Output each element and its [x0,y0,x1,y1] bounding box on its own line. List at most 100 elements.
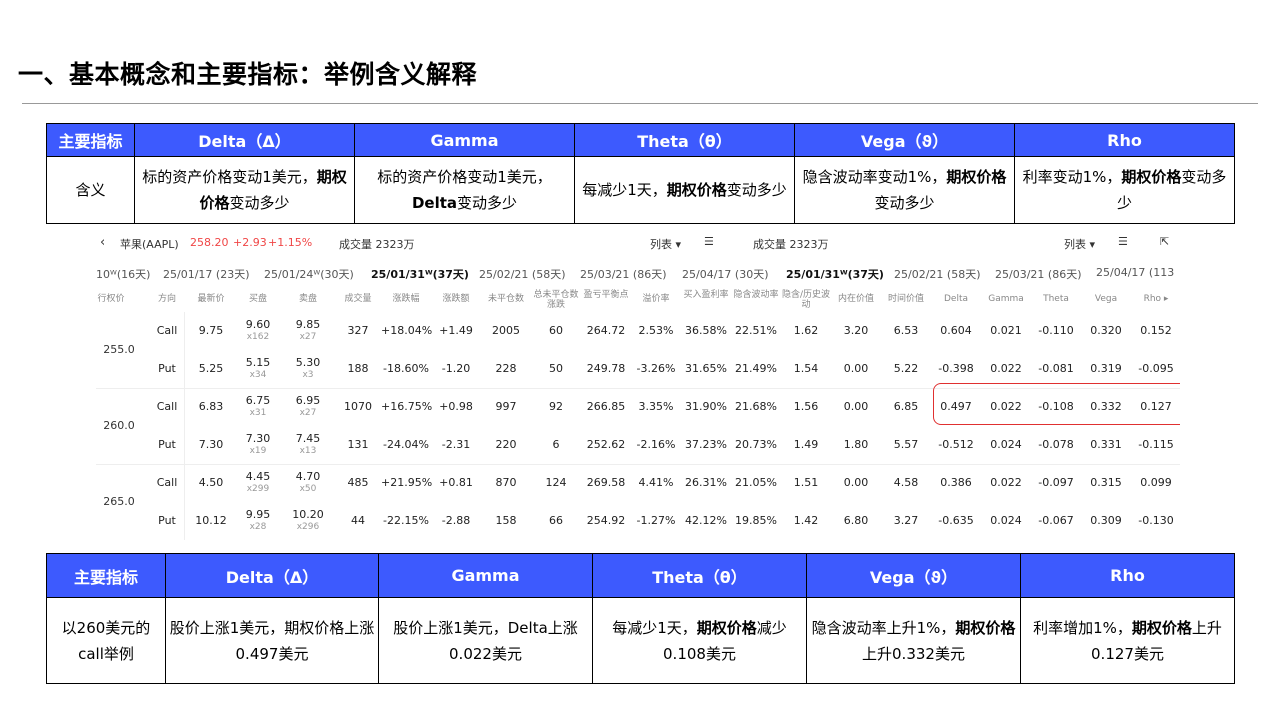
chain-cell: 0.320 [1090,324,1122,337]
expiry-tab[interactable]: 25/01/17 (23天) [163,266,249,282]
chain-cell: 6.83 [198,400,224,413]
chain-cell: 36.58% [685,324,727,337]
chain-row[interactable]: Put 10.12 9.95 x28 10.20 x296 44 -22.15% -2.88 15… [96,502,1180,540]
chain-cell: 3.27 [893,514,919,527]
quote-bar: ‹ 苹果(AAPL) 258.20 +2.93 +1.15% 成交量 2323万… [96,235,1180,254]
strike-price: 260.0 [103,419,135,432]
column-header: 方向 [157,294,176,304]
chain-cell-size: x299 [246,484,270,494]
chain-cell: 158 [495,514,517,527]
chain-cell: 4.70 x50 [283,471,333,495]
chain-row[interactable]: Call 9.75 9.60 x162 9.85 x27 327 +18.04% +1.49 20… [96,312,1180,350]
chain-cell: 2005 [492,324,520,337]
list-dropdown-left[interactable]: 列表 ▾ [650,236,681,252]
definition-table: 主要指标 Delta（Δ） Gamma Theta（θ） Vega（ϑ） Rho 含义 标的… [46,123,1235,224]
chain-cell-size: x162 [246,332,270,342]
expiry-tab[interactable]: 25/02/21 (58天) [479,266,565,282]
chain-cell: 0.00 [843,476,869,489]
list-dropdown-right[interactable]: 列表 ▾ [1064,236,1095,252]
definition-cell-3: 隐含波动率变动1%，期权价格变动多少 [794,156,1015,224]
chain-cell-size: x27 [299,408,317,418]
chain-cell: 9.75 [198,324,224,337]
chain-row[interactable]: Put 7.30 7.30 x19 7.45 x13 131 -24.04% -2.31 220 6… [96,426,1180,464]
column-header: 隐含波动率 [733,290,779,300]
filter-icon[interactable]: ☰ [704,235,714,248]
chain-cell-size: x34 [249,370,267,380]
example-header-1: Delta（Δ） [165,553,379,598]
expiry-tab[interactable]: 25/04/17 (113 [1096,266,1174,279]
column-header: 总未平仓数涨跌 [533,290,579,310]
definition-cell-bold: 期权价格 [199,168,347,212]
chain-cell: 6.75 x31 [233,395,283,419]
chain-cell: 269.58 [586,476,626,489]
chain-cell: 10.12 [195,514,227,527]
example-table-row: 以260美元的call举例 股价上涨1美元，期权价格上涨0.497美元 股价上涨1美… [46,597,1235,684]
chain-cell: 92 [549,400,563,413]
chain-cell: 1.62 [793,324,819,337]
column-header: Rho ▸ [1143,294,1169,304]
definition-cell-bold: 期权价格 [666,181,727,199]
example-header-2: Gamma [378,553,593,598]
expiry-tab[interactable]: 25/01/24ᵂ(30天) [264,266,354,282]
example-table: 主要指标 Delta（Δ） Gamma Theta（θ） Vega（ϑ） Rho 以260… [46,553,1235,684]
chain-cell: -24.04% [383,438,429,451]
column-header: 买盘 [248,294,267,304]
definition-table-header: 主要指标 Delta（Δ） Gamma Theta（θ） Vega（ϑ） Rho [46,123,1235,157]
column-header: 时间价值 [887,294,924,304]
chain-column-headers: 行权价 方向 最新价 买盘 卖盘 成交量 涨跌幅 涨跌额 未平仓数 总未平仓数涨跌 盈亏平衡点 溢价率… [96,290,1180,312]
column-header: 溢价率 [642,294,670,304]
volume-right: 成交量 2323万 [753,238,829,251]
expiry-tab[interactable]: 25/02/21 (58天) [894,266,980,282]
definition-header-3: Theta（θ） [574,123,795,157]
chain-cell: +1.49 [439,324,473,337]
expiry-tab[interactable]: 25/01/31ᵂ(37天) [786,266,884,282]
chain-cell: 44 [351,514,365,527]
chain-cell-size: x31 [249,408,267,418]
expiry-tab[interactable]: 25/01/31ᵂ(37天) [371,266,469,282]
chain-cell: 31.65% [685,362,727,375]
chain-cell: 220 [495,438,517,451]
chain-cell: Call [156,476,178,489]
chain-cell: -0.078 [1038,438,1074,451]
chain-cell: Put [158,514,176,527]
definition-cell-bold: 期权价格 [946,168,1007,186]
chain-cell: 21.05% [735,476,777,489]
expiry-tab[interactable]: 10ᵂ(16天) [96,266,150,282]
filter-icon-right[interactable]: ☰ [1118,235,1128,248]
chain-cell: -2.16% [636,438,676,451]
chain-cell: 124 [545,476,567,489]
stock-price: 258.20 [190,236,229,249]
chain-cell: -0.115 [1138,438,1174,451]
chain-cell: +16.75% [381,400,433,413]
chain-cell-size: x3 [302,370,314,380]
chain-cell: 4.58 [893,476,919,489]
chain-cell: -1.20 [441,362,471,375]
chain-cell: 20.73% [735,438,777,451]
chain-cell: 1.54 [793,362,819,375]
stock-name: 苹果(AAPL) [120,238,179,251]
chain-cell: 9.60 x162 [233,319,283,343]
definition-table-row: 含义 标的资产价格变动1美元，期权价格变动多少 标的资产价格变动1美元，Delta变… [46,156,1235,224]
share-icon[interactable]: ⇱ [1160,235,1169,248]
chain-cell: 6.85 [893,400,919,413]
chain-cell: 870 [495,476,517,489]
example-header-4: Vega（ϑ） [806,553,1021,598]
chain-cell: -22.15% [383,514,429,527]
chain-cell: 6.80 [843,514,869,527]
column-header: 行权价 [97,294,125,304]
chain-cell: 50 [549,362,563,375]
expiry-tab[interactable]: 25/03/21 (86天) [995,266,1081,282]
column-header: 买入盈利率 [683,290,729,300]
chain-cell: 997 [495,400,517,413]
title-divider [22,103,1258,104]
chain-row[interactable]: Call 4.50 4.45 x299 4.70 x50 485 +21.95% +0.81 87… [96,464,1180,502]
back-icon[interactable]: ‹ [100,236,105,249]
chain-cell: 188 [347,362,369,375]
chain-cell: 1070 [344,400,372,413]
definition-header-5: Rho [1014,123,1235,157]
highlight-box [933,383,1180,425]
expiry-tab[interactable]: 25/03/21 (86天) [580,266,666,282]
expiry-tab[interactable]: 25/04/17 (30天) [682,266,768,282]
column-header: 未平仓数 [487,294,524,304]
example-row-label: 以260美元的call举例 [46,597,166,684]
